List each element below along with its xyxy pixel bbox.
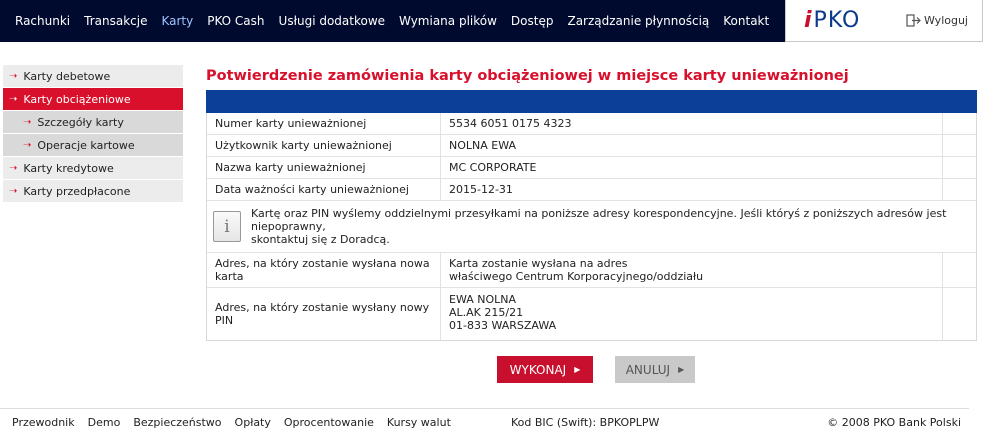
execute-button[interactable]: WYKONAJ ▶ — [497, 356, 593, 383]
main-menu: Rachunki Transakcje Karty PKO Cash Usług… — [0, 0, 785, 42]
nav-uslugi-dodatkowe[interactable]: Usługi dodatkowe — [279, 14, 386, 28]
sidebar-item-karty-debetowe[interactable]: ➝ Karty debetowe — [3, 65, 183, 88]
sidebar: ➝ Karty debetowe ➝ Karty obciążeniowe ➝ … — [3, 65, 183, 203]
nav-pko-cash[interactable]: PKO Cash — [207, 14, 264, 28]
sidebar-item-karty-obciazeniowe[interactable]: ➝ Karty obciążeniowe — [3, 88, 183, 111]
row-value: 5534 6051 0175 4323 — [441, 113, 943, 134]
table-row: Data ważności karty unieważnionej 2015-1… — [207, 179, 976, 201]
arrow-right-icon: ➝ — [9, 93, 18, 105]
main-content: Potwierdzenie zamówienia karty obciążeni… — [206, 65, 977, 383]
row-label: Adres, na który zostanie wysłana nowa ka… — [207, 253, 441, 287]
header-band — [206, 90, 977, 113]
arrow-right-icon: ➝ — [23, 116, 32, 128]
table-row: Numer karty unieważnionej 5534 6051 0175… — [207, 113, 976, 135]
action-buttons: WYKONAJ ▶ ANULUJ ▶ — [206, 356, 977, 383]
cancel-button[interactable]: ANULUJ ▶ — [615, 356, 695, 383]
footer-link-oprocentowanie[interactable]: Oprocentowanie — [284, 416, 374, 429]
row-value: 2015-12-31 — [441, 179, 943, 200]
footer: Przewodnik Demo Bezpieczeństwo Opłaty Op… — [0, 408, 969, 436]
row-value: NOLNA EWA — [441, 135, 943, 156]
bic-code: Kod BIC (Swift): BPKOPLPW — [511, 416, 660, 429]
row-label: Data ważności karty unieważnionej — [207, 179, 441, 200]
sidebar-item-karty-kredytowe[interactable]: ➝ Karty kredytowe — [3, 157, 183, 180]
copyright: © 2008 PKO Bank Polski — [827, 416, 961, 429]
logout-icon — [906, 14, 921, 27]
page-title: Potwierdzenie zamówienia karty obciążeni… — [206, 68, 849, 84]
brand-box: i PKO Wyloguj — [785, 0, 983, 42]
row-label: Użytkownik karty unieważnionej — [207, 135, 441, 156]
nav-kontakt[interactable]: Kontakt — [723, 14, 769, 28]
arrow-right-icon: ➝ — [9, 162, 18, 174]
nav-dostep[interactable]: Dostęp — [511, 14, 554, 28]
row-label: Nazwa karty unieważnionej — [207, 157, 441, 178]
info-text: Kartę oraz PIN wyślemy oddzielnymi przes… — [251, 207, 947, 246]
row-value: MC CORPORATE — [441, 157, 943, 178]
nav-transakcje[interactable]: Transakcje — [84, 14, 147, 28]
nav-rachunki[interactable]: Rachunki — [15, 14, 70, 28]
row-label: Adres, na który zostanie wysłany nowy PI… — [207, 288, 441, 340]
footer-link-kursy-walut[interactable]: Kursy walut — [387, 416, 451, 429]
info-icon: i — [213, 211, 241, 242]
logout-button[interactable]: Wyloguj — [906, 14, 968, 27]
footer-link-przewodnik[interactable]: Przewodnik — [12, 416, 75, 429]
nav-karty[interactable]: Karty — [161, 14, 193, 28]
triangle-right-icon: ▶ — [574, 365, 581, 374]
sidebar-item-operacje-kartowe[interactable]: ➝ Operacje kartowe — [3, 134, 183, 157]
info-message: i Kartę oraz PIN wyślemy oddzielnymi prz… — [207, 201, 976, 253]
row-label: Numer karty unieważnionej — [207, 113, 441, 134]
table-row: Nazwa karty unieważnionej MC CORPORATE — [207, 157, 976, 179]
arrow-right-icon: ➝ — [9, 185, 18, 197]
table-row-pin-address: Adres, na który zostanie wysłany nowy PI… — [207, 288, 976, 340]
footer-link-demo[interactable]: Demo — [88, 416, 121, 429]
details-panel: Numer karty unieważnionej 5534 6051 0175… — [206, 113, 977, 341]
row-value: Karta zostanie wysłana na adres właściwe… — [441, 253, 943, 287]
nav-wymiana-plikow[interactable]: Wymiana plików — [399, 14, 497, 28]
top-navigation: Rachunki Transakcje Karty PKO Cash Usług… — [0, 0, 983, 42]
table-row: Użytkownik karty unieważnionej NOLNA EWA — [207, 135, 976, 157]
arrow-right-icon: ➝ — [9, 70, 18, 82]
sidebar-item-karty-przedplacone[interactable]: ➝ Karty przedpłacone — [3, 180, 183, 203]
nav-zarzadzanie-plynnoscia[interactable]: Zarządzanie płynnością — [567, 14, 709, 28]
table-row-card-address: Adres, na który zostanie wysłana nowa ka… — [207, 253, 976, 288]
footer-link-oplaty[interactable]: Opłaty — [235, 416, 271, 429]
arrow-right-icon: ➝ — [23, 139, 32, 151]
row-value: EWA NOLNA AL.AK 215/21 01-833 WARSZAWA — [441, 288, 943, 340]
ipko-logo: i PKO — [804, 8, 861, 33]
sidebar-item-szczegoly-karty[interactable]: ➝ Szczegóły karty — [3, 111, 183, 134]
logout-label: Wyloguj — [924, 14, 968, 27]
footer-link-bezpieczenstwo[interactable]: Bezpieczeństwo — [133, 416, 221, 429]
triangle-right-icon: ▶ — [678, 365, 685, 374]
